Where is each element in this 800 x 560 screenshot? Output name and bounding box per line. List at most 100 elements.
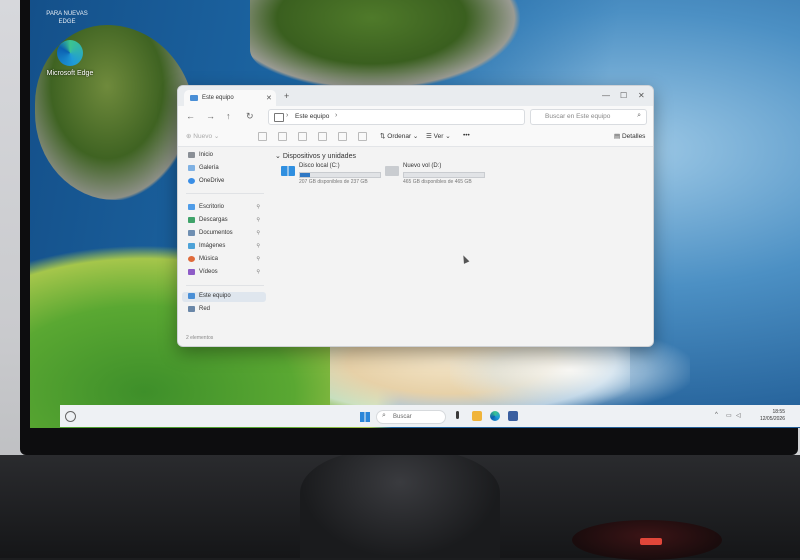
pc-icon bbox=[190, 95, 198, 101]
taskbar-search[interactable]: ⌕ Buscar bbox=[376, 410, 446, 424]
edge-taskbar-icon[interactable] bbox=[490, 411, 500, 421]
home-icon bbox=[188, 152, 195, 158]
address-bar[interactable]: › Este equipo › bbox=[268, 109, 525, 125]
view-label: Ver bbox=[433, 133, 444, 140]
item-count: 2 elementos bbox=[186, 335, 214, 341]
desktop-icon-label: Microsoft Edge bbox=[46, 70, 94, 77]
widgets-icon[interactable] bbox=[65, 411, 76, 422]
trash-icon bbox=[358, 132, 367, 141]
section-title: Dispositivos y unidades bbox=[282, 153, 356, 160]
taskbar-clock[interactable]: 18:55 12/05/2026 bbox=[745, 409, 785, 423]
paste-button[interactable] bbox=[298, 132, 307, 141]
explorer-taskbar-icon[interactable] bbox=[472, 411, 482, 421]
sidebar-item-imagenes[interactable]: Imágenes ⚲ bbox=[188, 242, 266, 252]
network-icon bbox=[188, 306, 195, 312]
taskbar: ⌕ Buscar ^ ▭ ◁ 18:55 12/05/2026 bbox=[60, 405, 800, 427]
search-input[interactable]: Buscar en Este equipo ⌕ bbox=[530, 109, 647, 125]
sidebar-item-musica[interactable]: Música ⚲ bbox=[188, 255, 266, 265]
sidebar-item-este-equipo[interactable]: Este equipo bbox=[182, 292, 266, 302]
section-header[interactable]: ⌄ Dispositivos y unidades bbox=[275, 152, 356, 160]
new-tab-button[interactable]: + bbox=[284, 91, 289, 101]
pin-icon[interactable]: ⚲ bbox=[256, 269, 260, 275]
drive-capacity: 207 GB disponibles de 237 GB bbox=[299, 179, 368, 185]
start-button[interactable] bbox=[360, 412, 370, 422]
close-button[interactable]: ✕ bbox=[638, 91, 645, 100]
drive-name: Nuevo vol (D:) bbox=[403, 163, 442, 169]
sidebar-item-galeria[interactable]: Galería bbox=[188, 164, 266, 174]
title-bar: Este equipo ✕ + — ☐ ✕ bbox=[178, 86, 653, 106]
sidebar-divider bbox=[186, 285, 264, 286]
up-button[interactable]: ↑ bbox=[226, 111, 231, 121]
copy-icon bbox=[278, 132, 287, 141]
sidebar-item-documentos[interactable]: Documentos ⚲ bbox=[188, 229, 266, 239]
drive-usage-fill bbox=[300, 173, 311, 177]
navigation-bar: ← → ↑ ↻ › Este equipo › Buscar en Este e… bbox=[178, 106, 653, 126]
new-button-label: Nuevo bbox=[193, 133, 213, 140]
command-bar: ⊕ Nuevo ⌄ ⇅ Ordenar ⌄ ☰ Ver ⌄ ••• ▤ Deta… bbox=[178, 126, 653, 147]
new-button[interactable]: ⊕ Nuevo ⌄ bbox=[186, 132, 219, 140]
windows-drive-icon bbox=[281, 166, 295, 176]
pin-icon[interactable]: ⚲ bbox=[256, 217, 260, 223]
search-placeholder: Buscar en Este equipo bbox=[545, 113, 611, 120]
sidebar-item-escritorio[interactable]: Escritorio ⚲ bbox=[188, 203, 266, 213]
search-icon: ⌕ bbox=[637, 112, 641, 119]
pin-icon[interactable]: ⚲ bbox=[256, 243, 260, 249]
sidebar-item-onedrive[interactable]: OneDrive bbox=[188, 177, 266, 187]
sidebar-item-descargas[interactable]: Descargas ⚲ bbox=[188, 216, 266, 226]
sidebar-item-videos[interactable]: Vídeos ⚲ bbox=[188, 268, 266, 278]
details-label: Detalles bbox=[621, 133, 646, 140]
wallpaper-island-top bbox=[250, 0, 520, 90]
paste-icon bbox=[298, 132, 307, 141]
details-icon: ▤ bbox=[614, 133, 622, 140]
desktop-icon bbox=[188, 204, 195, 210]
pin-icon[interactable]: ⚲ bbox=[256, 204, 260, 210]
breadcrumb-este-equipo[interactable]: Este equipo bbox=[295, 113, 329, 120]
pictures-icon bbox=[188, 243, 195, 249]
taskview-icon[interactable] bbox=[456, 411, 459, 419]
videos-icon bbox=[188, 269, 195, 275]
content-pane: ⌄ Dispositivos y unidades Disco local (C… bbox=[273, 147, 649, 331]
view-icon: ☰ bbox=[426, 133, 434, 140]
gallery-icon bbox=[188, 165, 195, 171]
chevron-right-icon[interactable]: › bbox=[286, 112, 288, 119]
copy-button[interactable] bbox=[278, 132, 287, 141]
back-button[interactable]: ← bbox=[186, 111, 195, 121]
rename-button[interactable] bbox=[318, 132, 327, 141]
view-button[interactable]: ☰ Ver ⌄ bbox=[426, 132, 451, 140]
drive-icon bbox=[385, 166, 399, 176]
mouse-led bbox=[640, 538, 662, 545]
chevron-right-icon[interactable]: › bbox=[335, 112, 337, 119]
tab-close-icon[interactable]: ✕ bbox=[266, 94, 272, 102]
refresh-button[interactable]: ↻ bbox=[246, 111, 254, 122]
more-options-button[interactable]: ••• bbox=[463, 132, 470, 139]
monitor-stand bbox=[300, 450, 500, 558]
drive-d[interactable]: Nuevo vol (D:) 465 GB disponibles de 465… bbox=[385, 163, 495, 187]
forward-button[interactable]: → bbox=[206, 111, 215, 121]
navigation-pane: Inicio Galería OneDrive Escritorio ⚲ Des… bbox=[178, 147, 268, 331]
tab-title: Este equipo bbox=[202, 95, 234, 101]
drive-usage-bar bbox=[403, 172, 485, 178]
cloud-icon bbox=[188, 178, 195, 184]
details-button[interactable]: ▤ Detalles bbox=[614, 132, 645, 140]
store-taskbar-icon[interactable] bbox=[508, 411, 518, 421]
sidebar-item-red[interactable]: Red bbox=[188, 305, 266, 315]
pc-icon bbox=[274, 113, 284, 122]
pin-icon[interactable]: ⚲ bbox=[256, 230, 260, 236]
sort-button[interactable]: ⇅ Ordenar ⌄ bbox=[380, 132, 418, 140]
drive-c[interactable]: Disco local (C:) 207 GB disponibles de 2… bbox=[281, 163, 391, 187]
drive-capacity: 465 GB disponibles de 465 GB bbox=[403, 179, 472, 185]
delete-button[interactable] bbox=[358, 132, 367, 141]
network-tray-icon[interactable]: ▭ bbox=[726, 412, 732, 419]
chevron-up-icon[interactable]: ^ bbox=[715, 412, 718, 418]
cut-button[interactable] bbox=[258, 132, 267, 141]
pin-icon[interactable]: ⚲ bbox=[256, 256, 260, 262]
sort-label: Ordenar bbox=[387, 133, 412, 140]
drive-name: Disco local (C:) bbox=[299, 163, 340, 169]
maximize-button[interactable]: ☐ bbox=[620, 91, 627, 100]
sidebar-item-inicio[interactable]: Inicio bbox=[188, 151, 266, 161]
volume-tray-icon[interactable]: ◁ bbox=[736, 412, 741, 419]
desktop-icon-edge[interactable]: Microsoft Edge bbox=[38, 40, 102, 77]
minimize-button[interactable]: — bbox=[602, 91, 610, 100]
tab-este-equipo[interactable]: Este equipo ✕ bbox=[184, 90, 276, 106]
share-button[interactable] bbox=[338, 132, 347, 141]
